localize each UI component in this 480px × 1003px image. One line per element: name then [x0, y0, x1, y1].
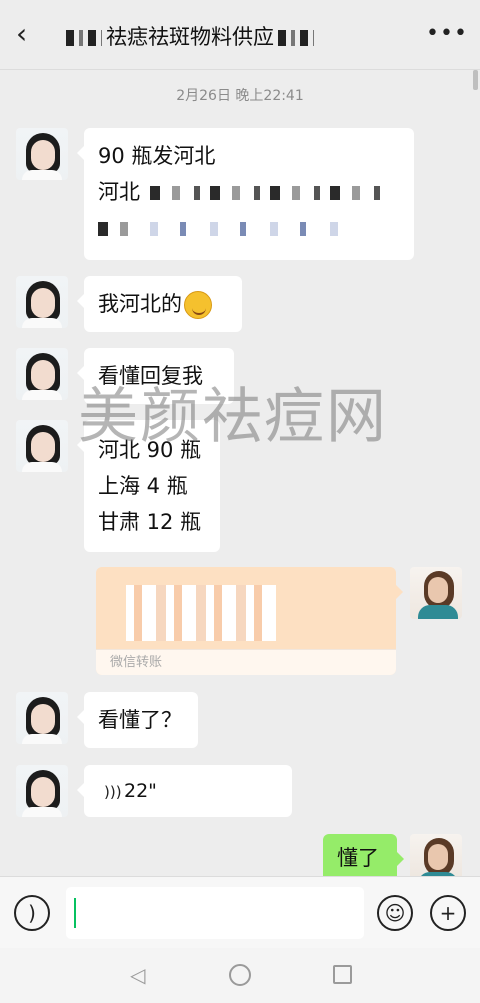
voice-wave-icon: ))) — [104, 783, 122, 801]
nav-back-icon[interactable]: ◁ — [130, 964, 150, 986]
message-text: 甘肃 12 瓶 — [98, 510, 202, 534]
plus-icon[interactable]: + — [430, 895, 466, 931]
transfer-label: 微信转账 — [96, 649, 396, 675]
message-text-row — [98, 210, 400, 246]
transfer-card[interactable]: 微信转账 — [96, 567, 403, 675]
redacted-mark — [66, 30, 102, 46]
avatar[interactable] — [16, 276, 68, 328]
message-bubble[interactable]: 我河北的 — [77, 276, 242, 332]
input-bar: ) ☺ + — [0, 876, 480, 948]
more-icon[interactable]: ••• — [426, 22, 467, 48]
message-text: 看懂了？ — [98, 708, 182, 732]
message-text: 懂了 — [337, 846, 379, 870]
chat-header: ‹ 祛痣祛斑物料供应 ••• — [0, 0, 480, 70]
message-text: 90 瓶发河北 — [98, 144, 216, 168]
avatar[interactable] — [16, 765, 68, 817]
smiling-emoji-icon — [184, 291, 212, 319]
avatar[interactable] — [410, 567, 462, 619]
message-timestamp: 2月26日 晚上22:41 — [176, 88, 304, 104]
avatar[interactable] — [410, 834, 462, 876]
emoji-icon[interactable]: ☺ — [377, 895, 413, 931]
voice-message[interactable]: ))) 22" — [77, 765, 292, 817]
message-text: 我河北的 — [98, 292, 182, 316]
message-text: 河北 — [98, 180, 140, 204]
redacted-mark — [126, 585, 276, 641]
redacted-mark — [98, 222, 138, 236]
message-bubble[interactable]: 看懂了？ — [77, 692, 198, 748]
message-input[interactable] — [66, 887, 364, 939]
voice-icon[interactable]: ) — [14, 895, 50, 931]
chevron-left-icon[interactable]: ‹ — [16, 20, 42, 48]
avatar[interactable] — [16, 692, 68, 744]
message-text-row: 河北 — [98, 174, 400, 210]
text-caret — [74, 898, 76, 928]
nav-recent-icon[interactable] — [333, 965, 352, 984]
message-bubble[interactable]: 懂了 — [323, 834, 404, 876]
redacted-mark — [150, 222, 340, 236]
avatar[interactable] — [16, 128, 68, 180]
system-nav-bar: ◁ — [0, 948, 480, 1003]
message-text: 上海 4 瓶 — [98, 474, 188, 498]
message-bubble[interactable]: 90 瓶发河北 河北 — [77, 128, 414, 260]
redacted-mark — [278, 30, 314, 46]
watermark-text: 美颜祛痘网 — [78, 382, 388, 452]
avatar[interactable] — [16, 348, 68, 400]
redacted-mark — [150, 186, 380, 200]
chat-title-text: 祛痣祛斑物料供应 — [106, 25, 274, 49]
nav-home-icon[interactable] — [229, 964, 251, 986]
voice-duration: 22" — [124, 780, 157, 802]
avatar[interactable] — [16, 420, 68, 472]
chat-title: 祛痣祛斑物料供应 — [62, 22, 392, 52]
